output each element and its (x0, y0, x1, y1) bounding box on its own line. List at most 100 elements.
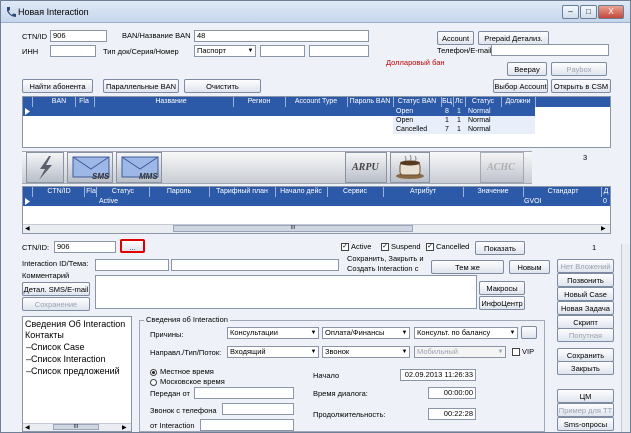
col-start[interactable]: Начало дейс (275, 187, 327, 197)
prepaid-detail-button[interactable]: Prepaid Детализ. (478, 31, 549, 45)
moscow-time-radio[interactable]: Московское время (150, 377, 225, 386)
col-d[interactable]: Д (601, 187, 611, 197)
close-button[interactable]: X (598, 5, 624, 19)
ctn-grid[interactable]: CTN/ID Fla Статус Пароль Тарифный план Н… (22, 186, 611, 234)
transfer-input[interactable] (194, 387, 294, 399)
horizontal-scrollbar[interactable]: ◀ III ▶ (23, 224, 610, 233)
beepay-button[interactable]: Beepay (507, 62, 547, 76)
doc-number-input[interactable] (309, 45, 369, 57)
close-interaction-button[interactable]: Закрыть (557, 361, 614, 375)
call-button[interactable]: Позвонить (557, 273, 614, 287)
duration-input[interactable]: 00:22:28 (428, 408, 476, 420)
inn-input[interactable] (50, 45, 96, 57)
reason2-select[interactable]: Оплата/Финансы ▼ (322, 327, 410, 339)
reason1-select[interactable]: Консультации ▼ (227, 327, 319, 339)
macros-button[interactable]: Макросы (479, 281, 525, 295)
related-button[interactable]: Попутная (557, 328, 614, 342)
paybox-button[interactable]: Paybox (551, 62, 607, 76)
new-task-button[interactable]: Новая Задача (557, 301, 614, 315)
no-attachments-button[interactable]: Нет Вложений (557, 259, 614, 273)
cm-button[interactable]: ЦМ (557, 389, 614, 403)
col-name[interactable]: Название (96, 97, 246, 107)
doc-type-select[interactable]: Паспорт ▼ (194, 45, 256, 57)
tree-item-offers[interactable]: –Список предложений (26, 366, 120, 376)
save-button[interactable]: Сохранить (557, 348, 614, 362)
interaction-topic-input[interactable] (171, 259, 339, 271)
vip-checkbox[interactable]: VIP (512, 347, 534, 357)
interaction-id-input[interactable] (95, 259, 169, 271)
table-row[interactable]: Active GVOI 0 (32, 197, 610, 206)
ban-grid[interactable]: BAN Fla Название Регион Account Type Пар… (22, 96, 611, 148)
col-password[interactable]: Пароль (149, 187, 209, 197)
script-button[interactable]: Скрипт (557, 315, 614, 329)
same-topic-button[interactable]: Тем же (431, 260, 504, 274)
new-topic-button[interactable]: Новым (509, 260, 550, 274)
filter-ctn-input[interactable]: 906 (54, 241, 116, 253)
maximize-button[interactable]: □ (580, 5, 597, 19)
dialog-time-input[interactable]: 00:00:00 (428, 387, 476, 399)
show-button[interactable]: Показать (475, 241, 525, 255)
col-status[interactable]: Статус (465, 97, 501, 107)
scroll-right-icon[interactable]: ▶ (122, 424, 127, 431)
doc-series-input[interactable] (260, 45, 305, 57)
minimize-button[interactable]: – (562, 5, 579, 19)
scroll-thumb[interactable]: III (173, 225, 413, 232)
detail-sms-email-button[interactable]: Детал. SMS/E-mail (22, 282, 90, 296)
col-ls[interactable]: Лс (453, 97, 465, 107)
scroll-left-icon[interactable]: ◀ (25, 424, 30, 431)
call-from-input[interactable] (222, 403, 294, 415)
table-row[interactable]: Cancelled 7 1 Normal (32, 125, 535, 134)
direction-select[interactable]: Входящий ▼ (227, 346, 319, 358)
col-tariff[interactable]: Тарифный план (209, 187, 275, 197)
start-input[interactable]: 02.09.2013 11:26:33 (400, 369, 476, 381)
from-interaction-input[interactable] (200, 419, 294, 431)
table-row[interactable]: Open 8 1 Normal (32, 107, 535, 116)
parallel-ban-button[interactable]: Параллельные BAN (103, 79, 179, 93)
open-in-csm-button[interactable]: Открыть в CSM (551, 79, 611, 93)
col-attribute[interactable]: Атрибут (383, 187, 463, 197)
tree-title[interactable]: Сведения Об Interaction (25, 319, 125, 329)
local-time-radio[interactable]: Местное время (150, 367, 214, 376)
col-service[interactable]: Сервис (327, 187, 383, 197)
account-button[interactable]: Account (437, 31, 474, 45)
tree-item-cases[interactable]: –Список Case (26, 342, 84, 352)
ban-input[interactable]: 48 (194, 30, 369, 42)
tree-contacts[interactable]: Контакты (25, 330, 64, 340)
info-center-button[interactable]: ИнфоЦентр (479, 296, 525, 310)
vertical-scrollbar[interactable] (621, 244, 630, 432)
tree-scrollbar[interactable]: ◀ III ▶ (23, 423, 131, 431)
save-interaction-button[interactable]: Сохранение (22, 297, 90, 311)
comment-textarea[interactable] (95, 275, 477, 309)
clear-button[interactable]: Очистить (184, 79, 261, 93)
col-ban-password[interactable]: Пароль BAN (347, 97, 393, 107)
tree-item-interactions[interactable]: –Список Interaction (26, 354, 106, 364)
col-bc[interactable]: БЦ (441, 97, 453, 107)
phone-input[interactable] (491, 44, 609, 56)
sms-button[interactable]: SMS (67, 152, 113, 183)
reason3-select[interactable]: Консульт. по балансу ▼ (414, 327, 518, 339)
coffee-button[interactable] (390, 152, 430, 183)
col-ban-status[interactable]: Статус BAN (393, 97, 441, 107)
example-tt-button[interactable]: Пример для ТТ (557, 403, 614, 417)
arpu-button[interactable]: ARPU (345, 152, 387, 183)
find-subscriber-button[interactable]: Найти абонента (22, 79, 93, 93)
scroll-right-icon[interactable]: ▶ (601, 225, 606, 232)
browse-button[interactable]: ... (120, 239, 145, 253)
active-checkbox[interactable]: ✓ Active (341, 242, 371, 252)
select-account-button[interactable]: Выбор Account (493, 79, 548, 93)
add-reason-button[interactable] (521, 326, 537, 339)
col-region[interactable]: Регион (233, 97, 285, 107)
suspend-checkbox[interactable]: ✓ Suspend (381, 242, 421, 252)
col-standard[interactable]: Стандарт (523, 187, 603, 197)
scroll-left-icon[interactable]: ◀ (25, 225, 30, 232)
cancelled-checkbox[interactable]: ✓ Cancelled (426, 242, 469, 252)
col-ctn[interactable]: CTN/ID (33, 187, 85, 197)
ctn-input[interactable]: 906 (50, 30, 107, 42)
lightning-button[interactable] (26, 152, 64, 183)
col-value[interactable]: Значение (463, 187, 523, 197)
sms-poll-button[interactable]: Sms-опросы (557, 417, 614, 431)
mms-button[interactable]: MMS (116, 152, 162, 183)
achc-button[interactable]: ACHC (480, 152, 524, 183)
table-row[interactable]: Open 1 1 Normal (32, 116, 535, 125)
scroll-thumb[interactable]: III (53, 424, 99, 430)
